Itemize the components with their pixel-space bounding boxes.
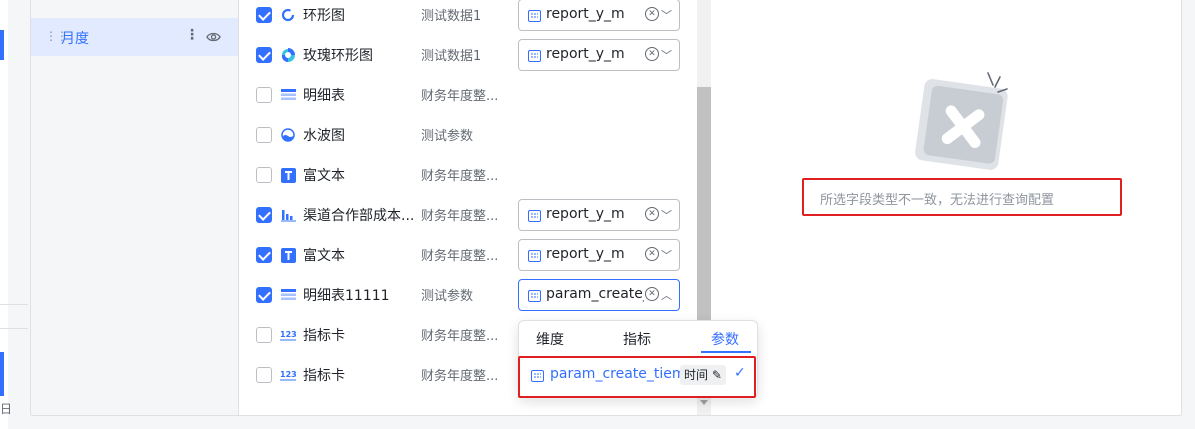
- chart-row: 富文本 财务年度整... report_y_m ✕ ﹀: [240, 237, 700, 277]
- dataset-name: 测试数据1: [421, 49, 482, 64]
- chevron-down-icon[interactable]: ﹀: [661, 47, 672, 63]
- field-select[interactable]: report_y_m ✕ ﹀: [518, 199, 680, 231]
- field-select-value: param_create_tiem: [546, 286, 644, 302]
- edge-divider: [0, 304, 28, 305]
- chart-name: 指标卡: [303, 328, 345, 344]
- detail-table-icon: [280, 87, 296, 103]
- indicator-card-icon: 123: [280, 367, 296, 383]
- edge-marker: [0, 30, 4, 60]
- edge-text: 日: [0, 402, 13, 416]
- chart-name: 水波图: [303, 128, 345, 144]
- donut-chart-icon: [280, 7, 296, 23]
- calendar-icon: [528, 250, 541, 262]
- dataset-name: 测试数据1: [421, 9, 482, 24]
- chevron-up-icon[interactable]: ︿: [661, 287, 672, 303]
- clear-icon[interactable]: ✕: [645, 287, 659, 301]
- query-field-label: 月度: [61, 31, 89, 47]
- dataset-name: 财务年度整...: [421, 209, 499, 224]
- edge-divider: [0, 328, 28, 329]
- field-select-value: report_y_m: [546, 206, 625, 222]
- detail-table-icon: [280, 287, 296, 303]
- chart-checkbox[interactable]: [256, 247, 272, 263]
- liquid-chart-icon: [280, 127, 296, 143]
- chart-name: 指标卡: [303, 368, 345, 384]
- tab-parameter[interactable]: 参数: [711, 329, 739, 349]
- query-field-list: ⋮⋮ 月度 ⋮: [31, 0, 239, 415]
- field-select[interactable]: param_create_tiem ✕ ︿: [518, 279, 680, 311]
- chart-checkbox[interactable]: [256, 167, 272, 183]
- dataset-name: 财务年度整...: [421, 329, 499, 344]
- eye-icon[interactable]: [206, 30, 221, 44]
- chart-name: 环形图: [303, 8, 345, 24]
- chart-row: 富文本 财务年度整...: [240, 157, 700, 197]
- chart-checkbox[interactable]: [256, 367, 272, 383]
- field-select-value: report_y_m: [546, 46, 625, 62]
- clear-icon[interactable]: ✕: [645, 47, 659, 61]
- scroll-down-arrow-icon[interactable]: [700, 400, 708, 405]
- chevron-down-icon[interactable]: ﹀: [661, 7, 672, 23]
- chart-checkbox[interactable]: [256, 127, 272, 143]
- chevron-down-icon[interactable]: ﹀: [661, 207, 672, 223]
- indicator-card-icon: 123: [280, 327, 296, 343]
- clear-icon[interactable]: ✕: [645, 7, 659, 21]
- page: 日 ⋮⋮ 月度 ⋮ 环形图 测试数据1 report_y_m ✕ ﹀ 玫瑰环形图…: [0, 0, 1195, 429]
- chart-name: 富文本: [303, 168, 345, 184]
- calendar-icon: [528, 50, 541, 62]
- field-select[interactable]: report_y_m ✕ ﹀: [518, 39, 680, 71]
- chevron-down-icon[interactable]: ﹀: [661, 247, 672, 263]
- chart-name: 富文本: [303, 248, 345, 264]
- chart-checkbox[interactable]: [256, 87, 272, 103]
- highlight-box: [802, 178, 1122, 216]
- dataset-name: 财务年度整...: [421, 89, 499, 104]
- inconsistent-type-illustration: [915, 72, 1008, 170]
- dataset-name: 测试参数: [421, 129, 474, 144]
- dataset-name: 财务年度整...: [421, 249, 499, 264]
- clear-icon[interactable]: ✕: [645, 247, 659, 261]
- chart-checkbox[interactable]: [256, 327, 272, 343]
- clear-icon[interactable]: ✕: [645, 207, 659, 221]
- query-field-item[interactable]: ⋮⋮ 月度 ⋮: [31, 18, 238, 56]
- scrollbar-thumb[interactable]: [697, 87, 711, 327]
- rich-text-icon: [280, 247, 296, 263]
- bar-chart-icon: [280, 207, 296, 223]
- field-select-value: report_y_m: [546, 246, 625, 262]
- more-icon[interactable]: ⋮: [185, 27, 199, 43]
- rich-text-icon: [280, 167, 296, 183]
- preview-panel: 所选字段类型不一致，无法进行查询配置: [713, 0, 1153, 415]
- svg-text:123: 123: [280, 330, 296, 339]
- highlight-box: [518, 356, 756, 398]
- active-tab-underline: [701, 351, 751, 353]
- chart-checkbox[interactable]: [256, 7, 272, 23]
- calendar-icon: [528, 210, 541, 222]
- chart-row: 明细表11111 测试参数 param_create_tiem ✕ ︿: [240, 277, 700, 317]
- dataset-name: 测试参数: [421, 289, 474, 304]
- chart-row: 水波图 测试参数: [240, 117, 700, 157]
- chart-row: 渠道合作部成本... 财务年度整... report_y_m ✕ ﹀: [240, 197, 700, 237]
- edge-marker: [0, 352, 4, 396]
- field-select[interactable]: report_y_m ✕ ﹀: [518, 0, 680, 31]
- dataset-name: 财务年度整...: [421, 169, 499, 184]
- chart-name: 玫瑰环形图: [303, 48, 373, 64]
- calendar-icon: [528, 290, 541, 302]
- chart-row: 明细表 财务年度整...: [240, 77, 700, 117]
- tab-metric[interactable]: 指标: [623, 329, 651, 349]
- chart-name: 明细表: [303, 88, 345, 104]
- field-select-value: report_y_m: [546, 6, 625, 22]
- svg-text:123: 123: [280, 370, 296, 379]
- chart-checkbox[interactable]: [256, 47, 272, 63]
- calendar-icon: [528, 10, 541, 22]
- chart-name: 渠道合作部成本...: [303, 208, 415, 224]
- chart-checkbox[interactable]: [256, 207, 272, 223]
- rose-donut-chart-icon: [280, 47, 296, 63]
- left-edge: 日: [0, 0, 28, 429]
- field-select[interactable]: report_y_m ✕ ﹀: [518, 239, 680, 271]
- tab-dimension[interactable]: 维度: [536, 329, 564, 349]
- chart-checkbox[interactable]: [256, 287, 272, 303]
- chart-row: 玫瑰环形图 测试数据1 report_y_m ✕ ﹀: [240, 37, 700, 77]
- chart-name: 明细表11111: [303, 288, 390, 304]
- chart-row: 环形图 测试数据1 report_y_m ✕ ﹀: [240, 0, 700, 37]
- dataset-name: 财务年度整...: [421, 369, 499, 384]
